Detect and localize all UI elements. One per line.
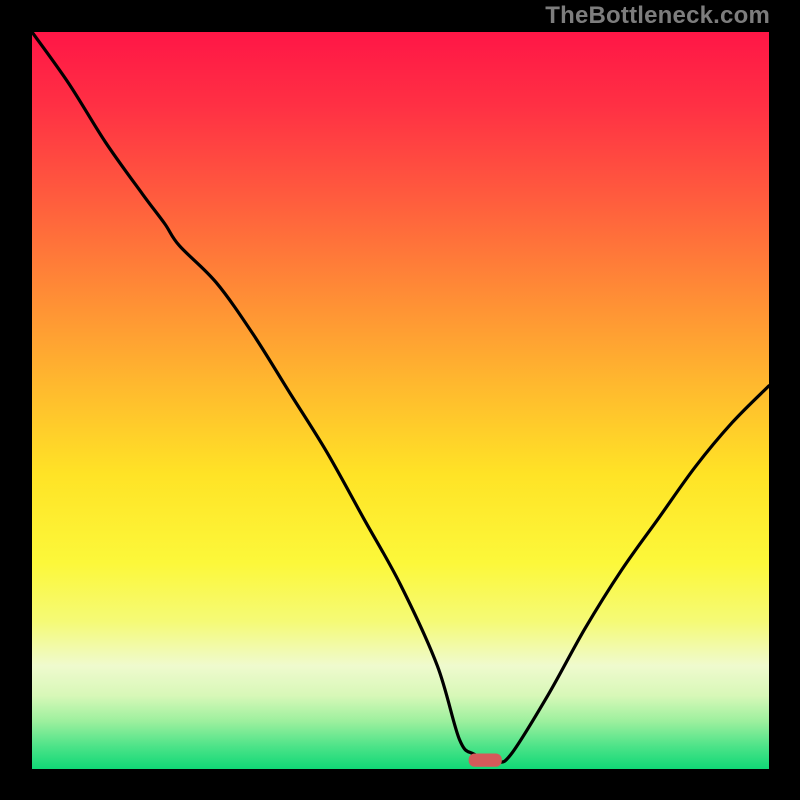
watermark-text: TheBottleneck.com	[545, 2, 770, 30]
plot-area	[32, 32, 769, 769]
gradient-background	[32, 32, 769, 769]
chart-frame: TheBottleneck.com	[0, 0, 800, 800]
optimal-marker	[469, 754, 502, 767]
bottleneck-chart	[32, 32, 769, 769]
